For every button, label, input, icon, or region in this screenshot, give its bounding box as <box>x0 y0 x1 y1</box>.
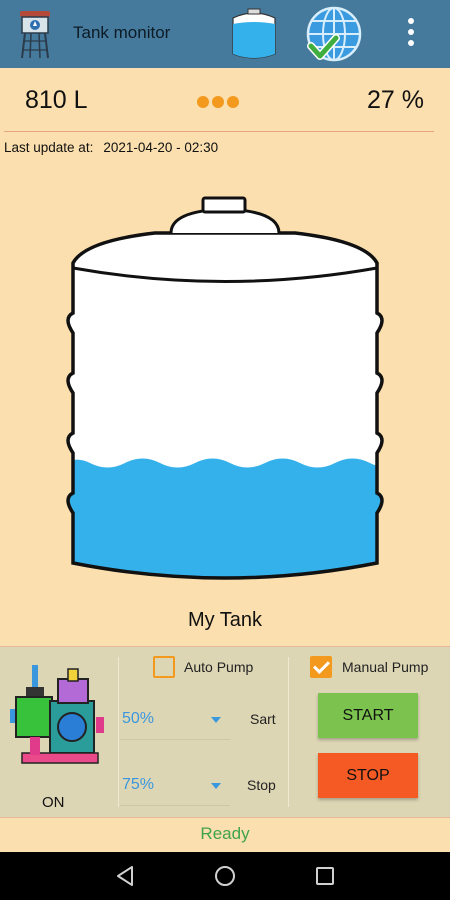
divider <box>4 131 434 132</box>
status-text: Ready <box>200 824 250 843</box>
globe-check-icon[interactable] <box>303 4 365 64</box>
tank-name: My Tank <box>187 609 263 631</box>
tank-volume: 810 L <box>25 86 88 114</box>
more-vert-icon[interactable] <box>400 14 422 54</box>
tank-graphic <box>66 196 384 580</box>
start-level-select[interactable]: 50% <box>122 710 154 728</box>
app-title: Tank monitor <box>73 23 171 42</box>
divider <box>288 657 289 807</box>
system-nav-bar <box>0 852 450 900</box>
pump-status: ON <box>42 794 65 811</box>
loading-dots-icon <box>197 95 242 113</box>
water-tower-icon <box>20 11 50 59</box>
manual-pump-label: Manual Pump <box>342 659 429 675</box>
chevron-down-icon[interactable] <box>211 717 221 723</box>
manual-pump-checkbox[interactable] <box>310 656 332 678</box>
tank-percent: 27 % <box>367 86 424 114</box>
home-icon[interactable] <box>213 864 237 888</box>
pump-icon <box>10 665 104 764</box>
last-update-value: 2021-04-20 - 02:30 <box>103 140 219 155</box>
auto-pump-checkbox[interactable] <box>153 656 175 678</box>
start-level-label: Sart <box>250 711 276 727</box>
stop-level-label: Stop <box>247 777 276 793</box>
last-update: Last update at: 2021-04-20 - 02:30 <box>4 140 218 155</box>
select-underline <box>120 805 230 806</box>
tank-icon[interactable] <box>228 6 280 62</box>
divider <box>118 657 119 807</box>
recent-apps-icon[interactable] <box>313 864 337 888</box>
start-button[interactable]: START <box>318 693 418 738</box>
chevron-down-icon[interactable] <box>211 783 221 789</box>
stop-button[interactable]: STOP <box>318 753 418 798</box>
auto-pump-label: Auto Pump <box>184 659 254 675</box>
stop-level-select[interactable]: 75% <box>122 776 154 794</box>
last-update-label: Last update at: <box>4 140 94 155</box>
app-bar: Tank monitor <box>0 0 450 68</box>
select-underline <box>120 739 230 740</box>
back-icon[interactable] <box>113 864 137 888</box>
